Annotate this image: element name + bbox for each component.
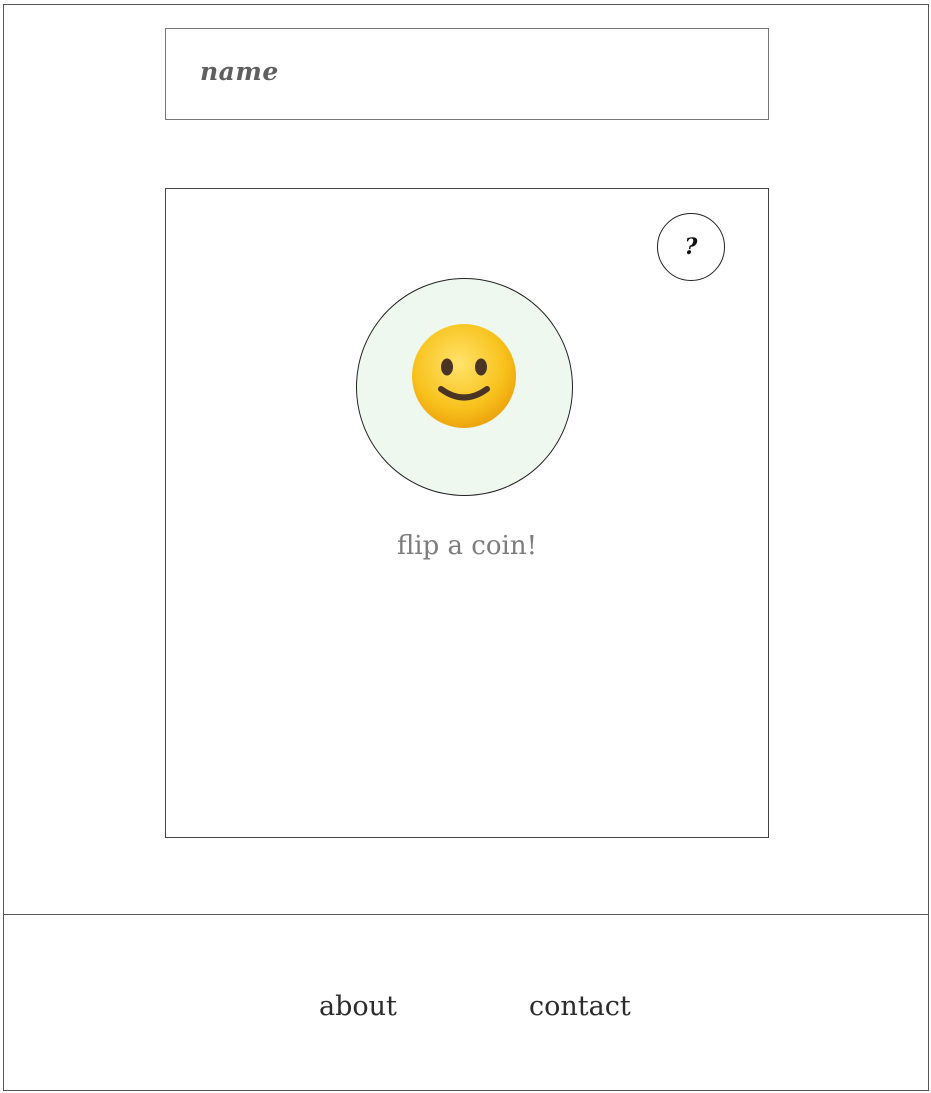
footer-divider [3, 914, 929, 915]
smiling-face-icon [412, 324, 516, 428]
footer-link-contact[interactable]: contact [529, 987, 631, 1027]
footer-link-about[interactable]: about [319, 987, 397, 1027]
flip-coin-label: flip a coin! [396, 531, 538, 561]
help-button[interactable]: ? [657, 213, 725, 281]
site-name: name [200, 57, 279, 86]
coin-button[interactable] [356, 278, 573, 496]
